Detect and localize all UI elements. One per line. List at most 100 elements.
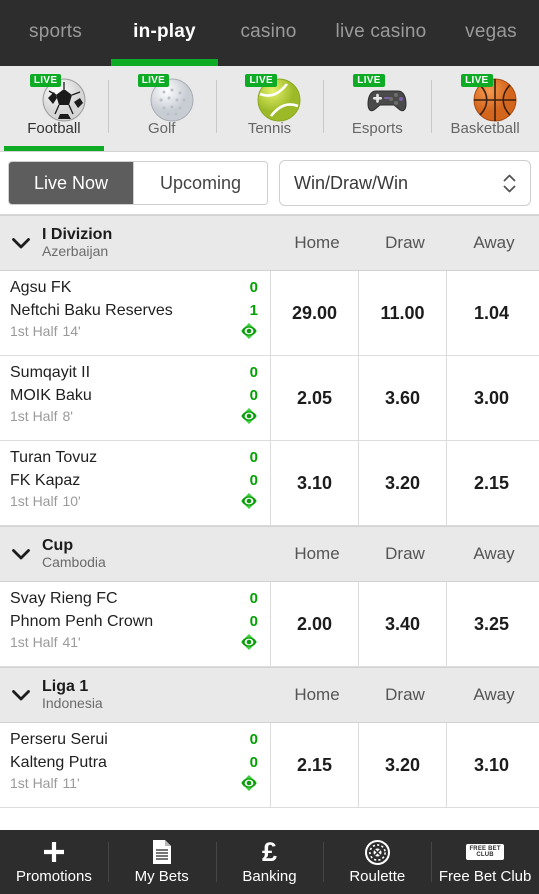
sport-item-esports[interactable]: LIVE Esports — [323, 66, 431, 151]
chevron-down-icon[interactable] — [0, 548, 42, 561]
match-row[interactable]: Turan Tovuz 0 FK Kapaz 0 1st Half 10' 3.1… — [0, 441, 539, 526]
odd-draw[interactable]: 3.40 — [358, 582, 446, 666]
bottom-nav-promotions[interactable]: Promotions — [0, 830, 108, 894]
column-header-home: Home — [294, 233, 340, 252]
match-status: 1st Half 14' — [10, 323, 81, 339]
away-team-score: 1 — [249, 301, 258, 319]
match-row[interactable]: Perseru Serui 0 Kalteng Putra 0 1st Half… — [0, 723, 539, 808]
live-stream-icon[interactable] — [240, 634, 258, 651]
match-info[interactable]: Svay Rieng FC 0 Phnom Penh Crown 0 1st H… — [0, 582, 270, 666]
tab-live-casino[interactable]: live casino — [319, 0, 443, 66]
bottom-nav-my-bets[interactable]: My Bets — [107, 830, 216, 894]
away-team-name: Kalteng Putra — [10, 753, 107, 771]
league-country: Azerbaijan — [42, 243, 109, 260]
match-info[interactable]: Perseru Serui 0 Kalteng Putra 0 1st Half… — [0, 723, 270, 807]
match-minute: 14' — [62, 323, 81, 340]
match-footer: 1st Half 11' — [10, 775, 258, 792]
home-team-line: Sumqayit II 0 — [10, 362, 258, 385]
live-badge-golf: LIVE — [137, 74, 170, 87]
league-titles: Cup Cambodia — [42, 537, 273, 571]
match-minute: 8' — [62, 408, 73, 425]
odd-home[interactable]: 2.05 — [270, 356, 358, 440]
tab-live-casino-label: live casino — [335, 21, 427, 42]
away-team-line: FK Kapaz 0 — [10, 470, 258, 493]
match-row[interactable]: Agsu FK 0 Neftchi Baku Reserves 1 1st Ha… — [0, 271, 539, 356]
tab-casino[interactable]: casino — [218, 0, 319, 66]
match-footer: 1st Half 8' — [10, 408, 258, 425]
plus-icon — [41, 839, 67, 865]
home-team-line: Svay Rieng FC 0 — [10, 588, 258, 611]
tab-sports[interactable]: sports — [0, 0, 111, 66]
basketball-icon-wrap: LIVE — [459, 72, 517, 124]
live-stream-icon[interactable] — [240, 323, 258, 340]
odd-draw[interactable]: 3.20 — [358, 723, 446, 807]
odd-home[interactable]: 2.00 — [270, 582, 358, 666]
odd-home[interactable]: 29.00 — [270, 271, 358, 355]
column-header-home: Home — [294, 685, 340, 704]
sport-item-football[interactable]: LIVE Football — [0, 66, 108, 151]
live-stream-icon[interactable] — [240, 775, 258, 792]
match-minute: 10' — [62, 493, 81, 510]
tab-in-play-label: in-play — [133, 21, 196, 42]
sport-item-golf[interactable]: LIVE Golf — [107, 66, 216, 151]
bottom-nav-banking[interactable]: £ Banking — [215, 830, 324, 894]
odd-away[interactable]: 3.10 — [446, 723, 536, 807]
betting-app: sports in-play casino live casino vegas … — [0, 0, 539, 894]
odd-away[interactable]: 2.15 — [446, 441, 536, 525]
league-header-i-divizion[interactable]: I Divizion Azerbaijan Home Draw Away — [0, 215, 539, 271]
bottom-nav-free-bet-club[interactable]: FREE BET CLUB Free Bet Club — [431, 830, 539, 894]
match-footer: 1st Half 10' — [10, 493, 258, 510]
odd-home[interactable]: 3.10 — [270, 441, 358, 525]
home-team-name: Svay Rieng FC — [10, 590, 118, 607]
match-info[interactable]: Sumqayit II 0 MOIK Baku 0 1st Half 8' — [0, 356, 270, 440]
odd-away[interactable]: 3.25 — [446, 582, 536, 666]
odd-away[interactable]: 1.04 — [446, 271, 536, 355]
match-odds: 29.00 11.00 1.04 — [270, 271, 539, 355]
tab-in-play[interactable]: in-play — [111, 0, 218, 66]
upcoming-button[interactable]: Upcoming — [133, 162, 267, 204]
sport-item-tennis[interactable]: LIVE Tennis — [215, 66, 324, 151]
column-header-draw: Draw — [385, 685, 425, 704]
match-odds: 3.10 3.20 2.15 — [270, 441, 539, 525]
bottom-nav-roulette[interactable]: Roulette — [323, 830, 431, 894]
live-stream-icon[interactable] — [240, 493, 258, 510]
bottom-nav-my-bets-label: My Bets — [134, 868, 189, 885]
match-minute: 41' — [62, 634, 81, 651]
home-team-line: Turan Tovuz 0 — [10, 447, 258, 470]
tab-vegas[interactable]: vegas — [443, 0, 539, 66]
match-period: 1st Half — [10, 323, 58, 340]
market-type-select[interactable]: Win/Draw/Win — [279, 160, 531, 206]
league-name: I Divizion — [42, 225, 113, 243]
match-status: 1st Half 41' — [10, 634, 81, 650]
home-team-name: Agsu FK — [10, 279, 72, 296]
match-info[interactable]: Agsu FK 0 Neftchi Baku Reserves 1 1st Ha… — [0, 271, 270, 355]
odd-home[interactable]: 2.15 — [270, 723, 358, 807]
match-row[interactable]: Sumqayit II 0 MOIK Baku 0 1st Half 8' 2.0… — [0, 356, 539, 441]
bottom-nav-free-bet-club-label: Free Bet Club — [438, 868, 532, 885]
market-type-select-value: Win/Draw/Win — [294, 172, 409, 193]
sport-item-basketball[interactable]: LIVE Basketball — [431, 66, 539, 151]
home-team-name: Sumqayit II — [10, 364, 91, 381]
match-odds: 2.15 3.20 3.10 — [270, 723, 539, 807]
odd-draw[interactable]: 3.60 — [358, 356, 446, 440]
match-info[interactable]: Turan Tovuz 0 FK Kapaz 0 1st Half 10' — [0, 441, 270, 525]
live-now-button[interactable]: Live Now — [9, 162, 133, 204]
away-team-score: 0 — [249, 753, 258, 771]
match-footer: 1st Half 41' — [10, 634, 258, 651]
column-header-away: Away — [473, 544, 515, 563]
events-list[interactable]: I Divizion Azerbaijan Home Draw Away Ags… — [0, 215, 539, 894]
league-header-liga-1[interactable]: Liga 1 Indonesia Home Draw Away — [0, 667, 539, 723]
chevron-down-icon[interactable] — [0, 237, 42, 250]
match-row[interactable]: Svay Rieng FC 0 Phnom Penh Crown 0 1st H… — [0, 582, 539, 667]
chevron-down-icon[interactable] — [0, 689, 42, 702]
odd-draw[interactable]: 11.00 — [358, 271, 446, 355]
odd-draw[interactable]: 3.20 — [358, 441, 446, 525]
home-team-line: Perseru Serui 0 — [10, 729, 258, 752]
golf-ball-icon-wrap: LIVE — [136, 72, 194, 124]
away-team-score: 0 — [249, 612, 258, 630]
live-stream-icon[interactable] — [240, 408, 258, 425]
bottom-nav-roulette-label: Roulette — [349, 868, 406, 885]
odd-away[interactable]: 3.00 — [446, 356, 536, 440]
league-header-cup[interactable]: Cup Cambodia Home Draw Away — [0, 526, 539, 582]
home-team-name: Turan Tovuz — [10, 449, 98, 466]
